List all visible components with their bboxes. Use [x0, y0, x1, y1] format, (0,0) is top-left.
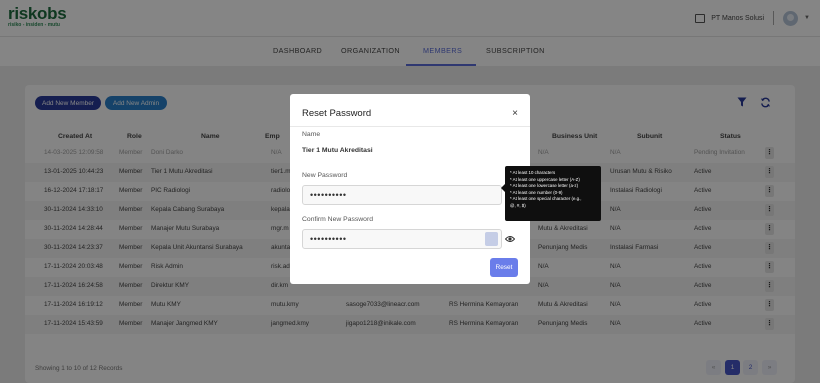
- modal-title: Reset Password: [302, 108, 372, 119]
- name-value: Tier 1 Mutu Akreditasi: [302, 147, 373, 154]
- new-password-label: New Password: [302, 172, 348, 179]
- reset-password-modal: Reset Password × Name Tier 1 Mutu Akredi…: [290, 94, 530, 284]
- reset-button[interactable]: Reset: [490, 258, 518, 277]
- close-icon[interactable]: ×: [512, 108, 518, 119]
- password-input-addon: [485, 232, 498, 246]
- tooltip-line: @, #, $): [510, 202, 526, 208]
- confirm-password-label: Confirm New Password: [302, 216, 374, 223]
- new-password-input[interactable]: ••••••••••: [302, 185, 502, 205]
- modal-divider: [290, 126, 530, 127]
- name-label: Name: [302, 131, 321, 138]
- confirm-password-input[interactable]: ••••••••••: [302, 229, 502, 249]
- password-requirements-tooltip: * At least 10 characters * At least one …: [501, 166, 601, 221]
- eye-icon[interactable]: [505, 235, 515, 243]
